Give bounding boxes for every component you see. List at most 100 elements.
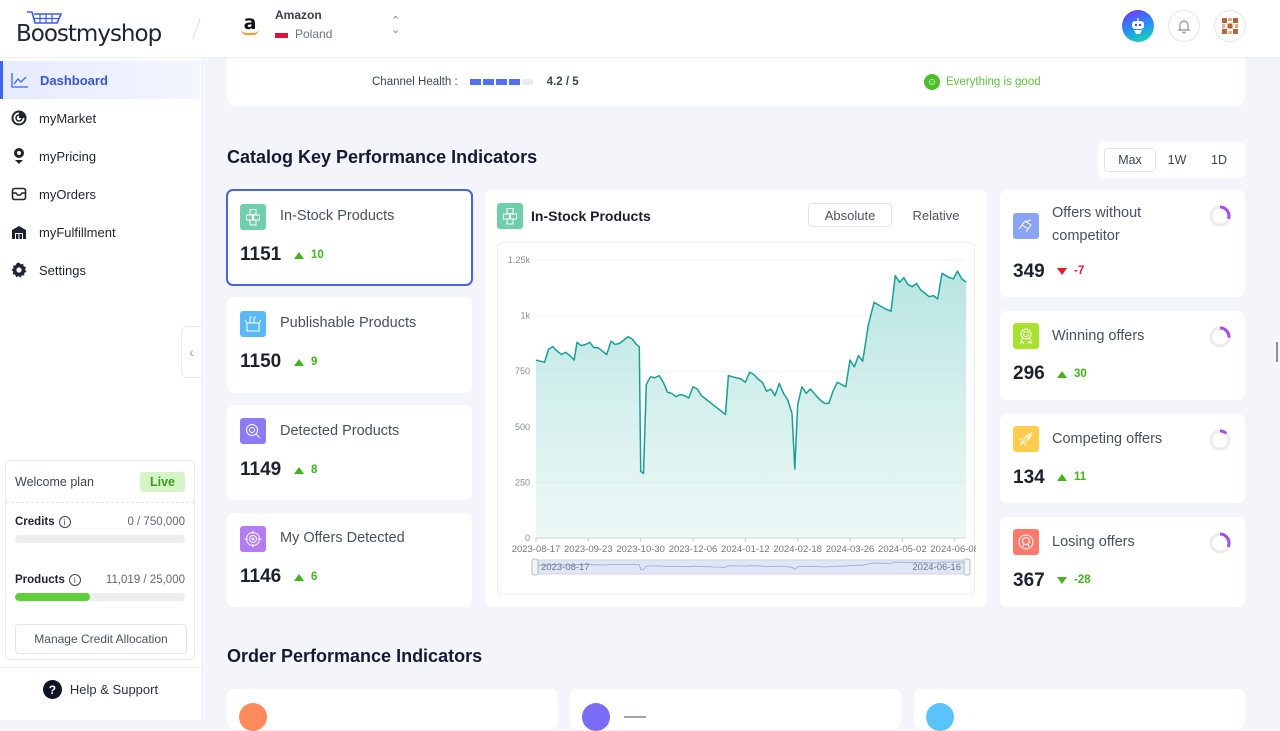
zoom-handle-right [963, 558, 971, 576]
relative-toggle-button[interactable]: Relative [903, 203, 969, 227]
kpi-card-my-offers-detected[interactable]: My Offers Detected 1146 6 [227, 513, 472, 607]
sidebar-item-label: myOrders [39, 186, 97, 202]
warehouse-icon [10, 223, 28, 241]
horizontal-scroll-handle[interactable] [624, 716, 646, 718]
kpi-delta: 11 [1057, 471, 1086, 483]
arrow-up-icon [1057, 370, 1067, 378]
magnifier-box-icon [240, 418, 266, 444]
kpi-value: 1150 [240, 351, 282, 372]
zoom-handle-left [531, 558, 539, 576]
rocket-icon [1013, 426, 1039, 452]
order-kpi-card[interactable] [914, 689, 1245, 731]
open-box-icon [240, 311, 266, 337]
products-label: Products [15, 574, 65, 586]
header-divider [192, 18, 201, 40]
channel-name: Amazon [275, 8, 322, 22]
arrow-down-icon [1057, 576, 1067, 584]
donut-track [1209, 429, 1231, 451]
radar-icon [10, 109, 28, 127]
plan-name: Welcome plan [15, 474, 94, 489]
kpi-card-publishable-products[interactable]: Publishable Products 1150 9 [227, 297, 472, 393]
channel-country: Poland [295, 27, 333, 41]
x-tick-label: 2024-06-08 [930, 544, 976, 555]
range-max-button[interactable]: Max [1104, 148, 1156, 172]
smiley-icon: ☺ [924, 74, 940, 90]
sidebar-item-dashboard[interactable]: Dashboard [0, 61, 200, 99]
kpi-card-competing-offers[interactable]: Competing offers 134 11 [1000, 414, 1245, 503]
kpi-card-detected-products[interactable]: Detected Products 1149 8 [227, 405, 472, 500]
y-tick-label: 1.25k [508, 255, 531, 265]
kpi-card-in-stock-products[interactable]: In-Stock Products 1151 10 [226, 189, 473, 286]
kpi-label: Winning offers [1052, 328, 1145, 344]
kpi-value: 367 [1013, 570, 1045, 591]
kpi-delta: -28 [1057, 574, 1091, 586]
info-icon[interactable]: i [58, 516, 71, 528]
collapse-sidebar-button[interactable]: ‹ [181, 326, 201, 378]
robot-icon [1132, 18, 1144, 34]
poland-flag-icon [275, 30, 288, 38]
y-tick-label: 1k [520, 311, 530, 321]
x-tick-label: 2023-09-23 [564, 544, 613, 555]
award-icon [1013, 323, 1039, 349]
order-kpi-card[interactable] [227, 689, 558, 731]
boxes-icon [240, 204, 266, 230]
user-avatar-button[interactable] [1214, 10, 1246, 42]
range-1d-button[interactable]: 1D [1198, 148, 1240, 172]
channel-selector[interactable]: a Amazon Poland [236, 8, 332, 41]
y-tick-label: 0 [525, 533, 530, 543]
order-kpi-icon [926, 703, 954, 731]
kpi-value: 1146 [240, 566, 282, 587]
in-stock-area-chart[interactable]: 02505007501k1.25k2023-08-17 2023-09-23 202… [498, 243, 979, 596]
boostmyshop-logo[interactable]: Boostmyshop [16, 10, 162, 46]
boxes-icon [497, 203, 523, 229]
help-support-link[interactable]: ? Help & Support [0, 667, 201, 711]
health-segment [495, 79, 507, 85]
zoom-start-label: 2023-08-17 [541, 562, 590, 573]
sidebar-item-settings[interactable]: Settings [0, 251, 200, 289]
credits-value: 0 / 750,000 [127, 516, 185, 528]
kpi-delta: -7 [1057, 265, 1084, 277]
order-kpi-icon [239, 703, 267, 731]
sidebar-item-myfulfillment[interactable]: myFulfillment [0, 213, 200, 251]
kpi-label: In-Stock Products [280, 208, 395, 224]
vertical-scroll-handle[interactable] [1276, 342, 1278, 362]
notifications-button[interactable] [1168, 10, 1200, 42]
kpi-value: 296 [1013, 363, 1045, 384]
kpi-card-winning-offers[interactable]: Winning offers 296 30 [1000, 311, 1245, 400]
kpi-delta: 10 [294, 249, 324, 261]
kpi-delta: 6 [294, 571, 317, 583]
health-status: Everything is good [946, 76, 1041, 88]
y-tick-label: 750 [515, 366, 530, 376]
info-icon[interactable]: i [68, 574, 81, 586]
order-kpi-card[interactable] [570, 689, 901, 731]
manage-credit-allocation-button[interactable]: Manage Credit Allocation [15, 624, 187, 654]
kpi-card-losing-offers[interactable]: Losing offers 367 -28 [1000, 517, 1245, 607]
sidebar-item-mypricing[interactable]: myPricing [0, 137, 200, 175]
sidebar-item-label: Dashboard [40, 72, 108, 88]
absolute-toggle-button[interactable]: Absolute [808, 203, 892, 227]
arrow-up-icon [294, 466, 304, 474]
chevron-up-down-icon[interactable]: ⌃ ⌄ [391, 16, 400, 36]
zoom-end-label: 2024-06-16 [912, 562, 961, 573]
kpi-label: Competing offers [1052, 431, 1163, 447]
medal-icon [1013, 529, 1039, 555]
sidebar: Dashboard myMarket myPricing myOrders my… [0, 58, 202, 720]
user-avatar-icon [1222, 18, 1238, 34]
sidebar-item-mymarket[interactable]: myMarket [0, 99, 200, 137]
bot-assistant-button[interactable] [1122, 10, 1154, 42]
kpi-value: 134 [1013, 467, 1045, 488]
x-tick-label: 2024-01-12 [721, 544, 770, 555]
share-donut-icon [1209, 429, 1231, 451]
kpi-card-offers-without-competitor[interactable]: Offers without competitor 349 -7 [1000, 190, 1245, 297]
share-donut-icon [1209, 205, 1231, 227]
health-segment [508, 79, 520, 85]
y-tick-label: 250 [515, 477, 530, 487]
sidebar-item-myorders[interactable]: myOrders [0, 175, 200, 213]
products-progress-fill [15, 593, 90, 601]
catalog-kpi-title: Catalog Key Performance Indicators [227, 147, 538, 167]
channel-health-label: Channel Health : [372, 76, 458, 88]
chart-frame: 0 250 500 750 1k 1.25k 2023-08-17 2023-09-23 202… [497, 242, 979, 596]
health-segment [521, 79, 533, 85]
range-1w-button[interactable]: 1W [1156, 148, 1198, 172]
sidebar-item-label: myPricing [39, 148, 97, 164]
